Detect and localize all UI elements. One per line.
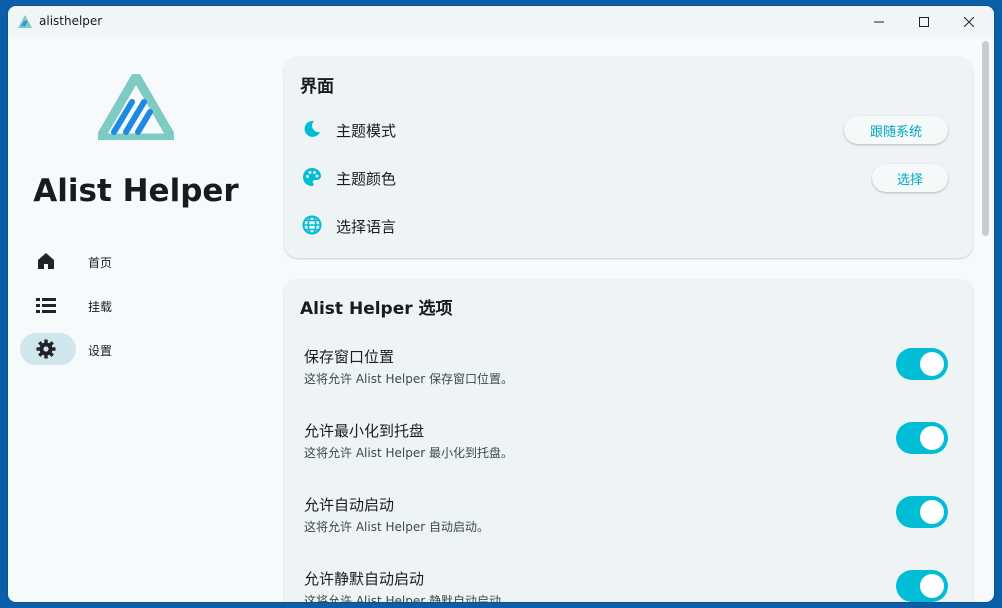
home-icon (38, 253, 54, 269)
close-button[interactable] (946, 6, 992, 37)
close-icon (964, 16, 974, 27)
sidebar-item-settings-label[interactable]: 设置 (88, 342, 112, 359)
option-save-window-desc: 这将允许 Alist Helper 保存窗口位置。 (304, 372, 513, 386)
app-window: alisthelper Alist Helper 首页 挂载 设置 界面 主题模… (8, 6, 994, 602)
option-silent-autostart-title: 允许静默自动启动 (304, 570, 425, 588)
option-minimize-tray-title: 允许最小化到托盘 (304, 422, 425, 440)
theme-mode-button[interactable]: 跟随系统 (844, 116, 948, 144)
silent-autostart-toggle[interactable] (896, 570, 948, 602)
list-icon (36, 298, 56, 313)
option-autostart-title: 允许自动启动 (304, 496, 395, 514)
app-logo-icon (18, 15, 32, 28)
moon-icon (304, 120, 320, 137)
alist-logo-icon (98, 74, 174, 140)
interface-card-title: 界面 (300, 77, 334, 97)
brand-name: Alist Helper (33, 173, 239, 209)
gear-icon (36, 339, 56, 359)
sidebar: Alist Helper 首页 挂载 设置 (8, 37, 274, 602)
options-card: Alist Helper 选项 保存窗口位置 这将允许 Alist Helper… (284, 279, 973, 602)
sidebar-item-mount[interactable] (20, 289, 76, 321)
save-window-toggle[interactable] (896, 348, 948, 380)
option-save-window-title: 保存窗口位置 (304, 348, 395, 366)
minimize-tray-toggle[interactable] (896, 422, 948, 454)
minimize-button[interactable] (856, 6, 902, 37)
option-minimize-tray-desc: 这将允许 Alist Helper 最小化到托盘。 (304, 446, 513, 460)
globe-icon (302, 215, 322, 235)
autostart-toggle[interactable] (896, 496, 948, 528)
scrollbar[interactable] (982, 41, 989, 236)
settings-content: 界面 主题模式 跟随系统 主题颜色 选择 选择语言 Alist Helper 选… (284, 37, 974, 602)
toggle-knob (920, 352, 944, 376)
language-label[interactable]: 选择语言 (336, 216, 396, 237)
minimize-icon (874, 21, 884, 22)
theme-mode-label: 主题模式 (336, 122, 397, 140)
sidebar-item-settings[interactable] (20, 333, 76, 365)
title-bar[interactable]: alisthelper (8, 6, 994, 37)
option-silent-autostart-desc: 这将允许 Alist Helper 静默自动启动。 (304, 594, 513, 602)
theme-color-button[interactable]: 选择 (872, 164, 948, 192)
options-card-title: Alist Helper 选项 (300, 299, 453, 319)
maximize-icon (919, 16, 929, 27)
sidebar-item-home-label[interactable]: 首页 (88, 254, 112, 271)
sidebar-item-mount-label[interactable]: 挂载 (88, 298, 112, 315)
interface-card: 界面 主题模式 跟随系统 主题颜色 选择 选择语言 (284, 57, 973, 258)
toggle-knob (920, 500, 944, 524)
palette-icon (303, 168, 321, 186)
toggle-knob (920, 426, 944, 450)
option-autostart-desc: 这将允许 Alist Helper 自动启动。 (304, 520, 489, 534)
toggle-knob (920, 574, 944, 598)
window-title: alisthelper (39, 14, 103, 28)
maximize-button[interactable] (901, 6, 947, 37)
sidebar-item-home[interactable] (20, 245, 76, 277)
theme-color-label: 主题颜色 (336, 170, 397, 188)
